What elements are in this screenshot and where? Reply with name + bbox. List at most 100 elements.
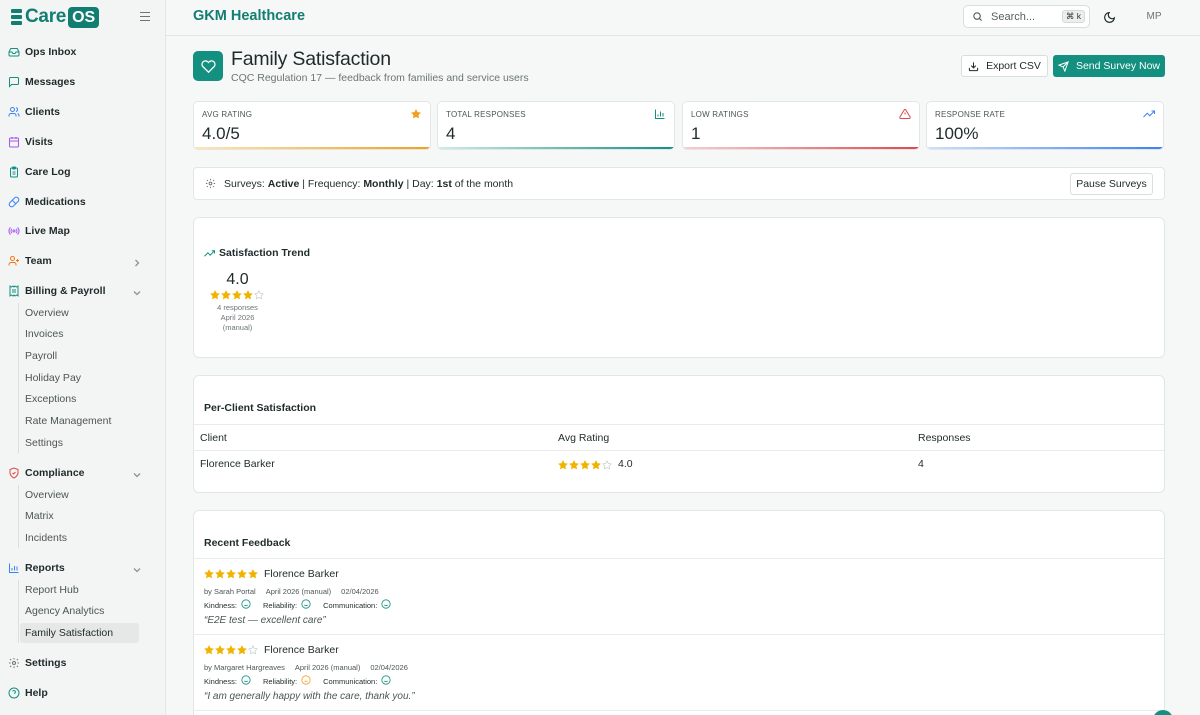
subnav-divider xyxy=(18,485,19,548)
sidebar-item-label: Medications xyxy=(25,196,86,208)
recent-feedback-title: Recent Feedback xyxy=(204,537,291,549)
trend-responses: 4 responses xyxy=(217,303,258,312)
sidebar-item-visits[interactable]: Visits xyxy=(8,131,158,153)
logo-text: Care xyxy=(25,6,67,27)
sidebar-sub-billing-settings[interactable]: Settings xyxy=(25,433,63,453)
sidebar-item-settings[interactable]: Settings xyxy=(8,652,158,674)
page-title: Family Satisfaction xyxy=(231,48,391,70)
heart-icon xyxy=(193,51,223,81)
chevron-down-icon[interactable] xyxy=(131,469,143,481)
pause-surveys-button[interactable]: Pause Surveys xyxy=(1070,173,1153,195)
stat-card-response-rate: RESPONSE RATE 100% xyxy=(926,101,1164,150)
star-filled-icon xyxy=(226,645,236,655)
sidebar-item-team[interactable]: Team xyxy=(8,250,158,272)
star-filled-icon xyxy=(591,459,601,469)
column-responses: Responses xyxy=(918,432,971,444)
search-input[interactable]: Search... ⌘ k xyxy=(963,5,1090,28)
smile-icon xyxy=(237,675,251,687)
star-rating xyxy=(204,645,259,655)
send-survey-button[interactable]: Send Survey Now xyxy=(1053,55,1165,77)
sidebar-item-messages[interactable]: Messages xyxy=(8,71,158,93)
menu-toggle-icon[interactable] xyxy=(140,12,150,21)
sidebar-item-care-log[interactable]: Care Log xyxy=(8,161,158,183)
star-filled-icon xyxy=(204,569,214,579)
smile-icon xyxy=(237,599,251,611)
inbox-icon xyxy=(8,48,20,57)
sidebar-sub-family-satisfaction[interactable]: Family Satisfaction xyxy=(20,623,139,643)
sidebar-item-reports[interactable]: Reports xyxy=(8,557,158,579)
feedback-meta: by Sarah Portal April 2026 (manual) 02/0… xyxy=(204,587,389,596)
sidebar-sub-payroll[interactable]: Payroll xyxy=(25,346,57,366)
sidebar-item-billing-payroll[interactable]: Billing & Payroll xyxy=(8,280,158,302)
sidebar-sub-invoices[interactable]: Invoices xyxy=(25,324,64,344)
export-csv-button[interactable]: Export CSV xyxy=(961,55,1048,77)
category-label: Reliability: xyxy=(262,676,298,686)
sidebar-sub-matrix[interactable]: Matrix xyxy=(25,506,54,526)
stat-card-avg-rating: AVG RATING 4.0/5 xyxy=(193,101,431,150)
survey-sep-day: | Day: xyxy=(406,177,434,190)
subnav-divider xyxy=(18,303,19,453)
chevron-down-icon[interactable] xyxy=(131,287,143,299)
table-row[interactable]: Florence Barker 4.0 4 xyxy=(194,451,1164,478)
feedback-item: Florence Barker by Margaret Hargreaves A… xyxy=(194,634,1164,710)
feedback-header: Florence Barker xyxy=(204,644,339,656)
sidebar-item-ops-inbox[interactable]: Ops Inbox xyxy=(8,41,158,63)
stat-value: 4.0/5 xyxy=(202,124,240,143)
careos-logo[interactable]: Care OS xyxy=(11,6,100,28)
star-empty-icon xyxy=(248,645,258,655)
stat-label: TOTAL RESPONSES xyxy=(446,110,526,119)
download-icon xyxy=(968,61,979,71)
moon-icon[interactable] xyxy=(1103,11,1116,24)
feedback-author: by Margaret Hargreaves xyxy=(204,663,285,672)
sidebar-sub-rate-management[interactable]: Rate Management xyxy=(25,411,111,431)
sidebar-item-help[interactable]: Help xyxy=(8,682,158,704)
chevron-right-icon[interactable] xyxy=(131,257,143,269)
stat-value: 100% xyxy=(935,124,979,143)
search-placeholder: Search... xyxy=(991,10,1036,23)
radio-icon xyxy=(8,227,20,235)
sidebar-sub-incidents[interactable]: Incidents xyxy=(25,528,67,548)
feedback-date: 02/04/2026 xyxy=(370,663,408,672)
category-reliability: Reliability: xyxy=(263,599,311,611)
chevron-down-icon[interactable] xyxy=(131,564,143,576)
star-rating xyxy=(210,290,265,300)
stat-accent-bar xyxy=(683,147,919,149)
per-client-title: Per-Client Satisfaction xyxy=(204,402,317,414)
sidebar-sub-billing-overview[interactable]: Overview xyxy=(25,303,69,323)
sidebar-item-label: Messages xyxy=(25,76,76,88)
gear-icon xyxy=(9,658,19,668)
category-label: Communication: xyxy=(323,600,378,610)
sidebar-sub-holiday-pay[interactable]: Holiday Pay xyxy=(25,368,81,388)
star-filled-icon xyxy=(232,290,242,300)
client-name: Florence Barker xyxy=(200,458,275,470)
trend-title: Satisfaction Trend xyxy=(204,247,310,259)
sidebar-sub-agency-analytics[interactable]: Agency Analytics xyxy=(25,601,104,621)
feedback-meta: by Margaret Hargreaves April 2026 (manua… xyxy=(204,663,418,672)
table-header: Client Avg Rating Responses xyxy=(194,424,1164,451)
survey-status: Active xyxy=(267,177,300,190)
feedback-categories: Kindness: Reliability: Communication: xyxy=(204,599,403,611)
star-filled-icon xyxy=(237,569,247,579)
sidebar-sub-exceptions[interactable]: Exceptions xyxy=(25,389,76,409)
sidebar-item-label: Care Log xyxy=(25,166,71,178)
category-kindness: Kindness: xyxy=(204,599,251,611)
feedback-period: April 2026 (manual) xyxy=(294,663,361,672)
gear-icon xyxy=(205,178,216,189)
subnav-divider xyxy=(18,580,19,643)
sidebar-item-clients[interactable]: Clients xyxy=(8,101,158,123)
logo-badge: OS xyxy=(68,6,100,28)
logo-mark-icon xyxy=(11,9,22,25)
calendar-icon xyxy=(9,137,19,148)
sidebar-sub-compliance-overview[interactable]: Overview xyxy=(25,485,69,505)
sidebar-item-compliance[interactable]: Compliance xyxy=(8,462,158,484)
sidebar-item-label: Reports xyxy=(25,562,65,574)
sidebar-sub-report-hub[interactable]: Report Hub xyxy=(25,580,79,600)
sidebar-item-live-map[interactable]: Live Map xyxy=(8,220,158,242)
sidebar-item-label: Ops Inbox xyxy=(25,46,77,58)
category-label: Reliability: xyxy=(262,600,298,610)
stat-label: AVG RATING xyxy=(202,110,253,119)
bar-chart-icon xyxy=(655,109,665,119)
sidebar-item-medications[interactable]: Medications xyxy=(8,191,158,213)
trend-value: 4.0 xyxy=(226,271,249,288)
avatar[interactable]: MP xyxy=(1143,7,1165,27)
